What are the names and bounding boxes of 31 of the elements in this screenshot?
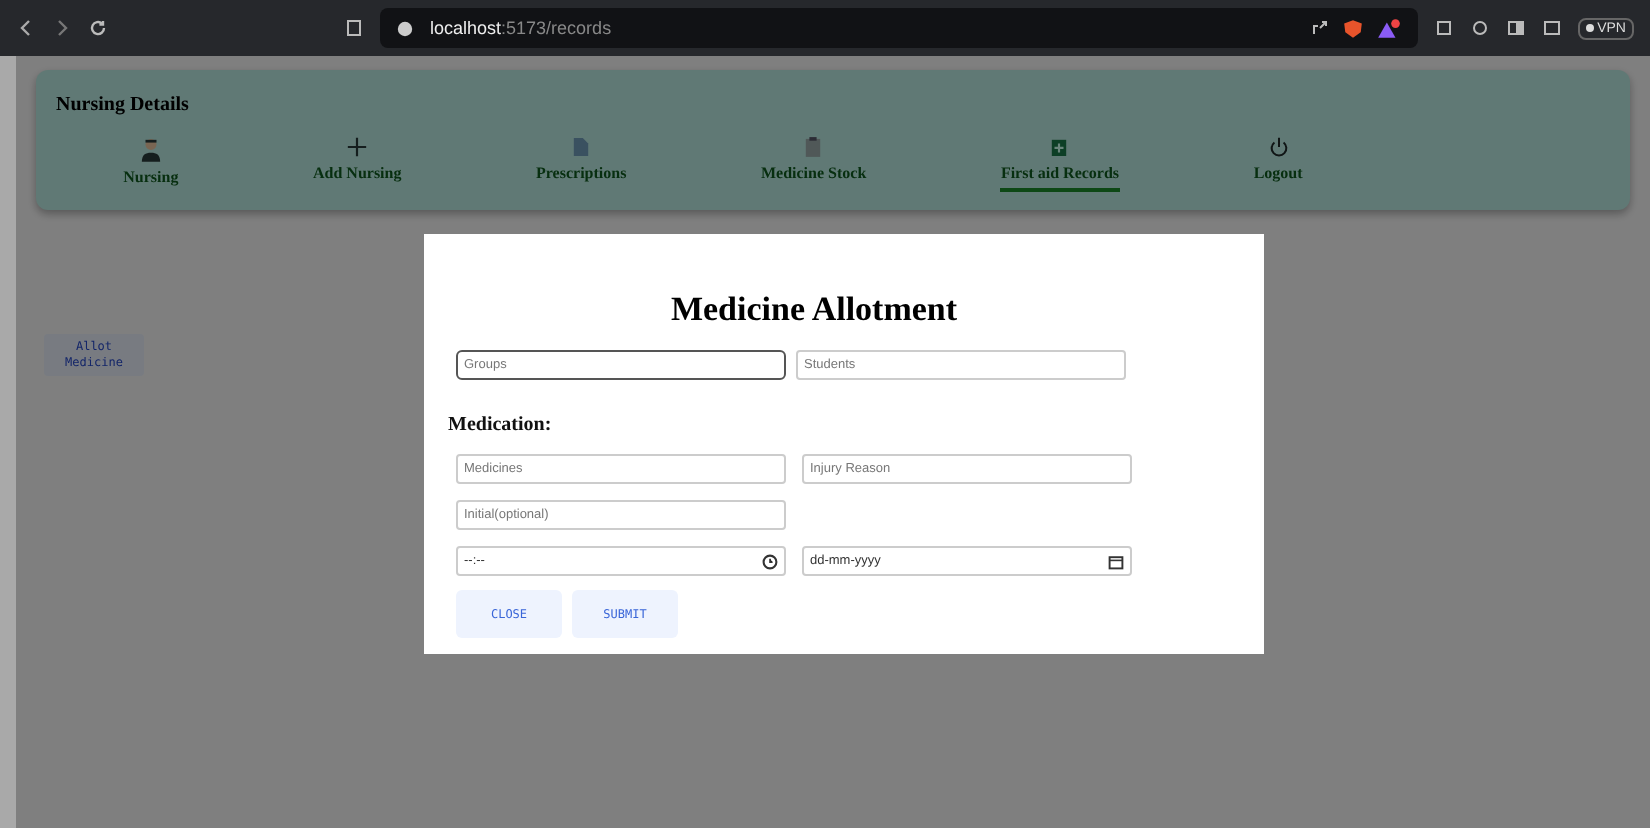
- site-info-icon: [396, 19, 414, 37]
- sidebar-icon[interactable]: [1505, 18, 1526, 38]
- back-icon[interactable]: [16, 18, 36, 38]
- nav-item[interactable]: Add Nursing: [312, 136, 402, 192]
- nav-item[interactable]: Prescriptions: [536, 136, 627, 192]
- bookmark-icon[interactable]: [344, 18, 364, 38]
- clock-icon: [762, 553, 778, 569]
- power-icon: [1267, 136, 1290, 158]
- extensions-icon[interactable]: [1433, 18, 1454, 38]
- section-heading: Medication:: [448, 414, 554, 436]
- nav-item[interactable]: First aid Records: [1000, 136, 1120, 192]
- forward-icon[interactable]: [52, 18, 72, 38]
- tabs-icon[interactable]: [1541, 18, 1562, 38]
- nav-item[interactable]: Medicine Stock: [760, 136, 867, 192]
- dialog-title: Medicine Allotment: [668, 290, 960, 330]
- address-bar[interactable]: localhost:5173/records: [380, 8, 1418, 48]
- nurse-icon: [139, 136, 162, 162]
- nav-item[interactable]: Nursing: [123, 136, 179, 192]
- calendar-icon: [1108, 553, 1124, 569]
- share-icon[interactable]: [1309, 18, 1330, 38]
- rewards-icon[interactable]: [1375, 17, 1402, 39]
- dot-icon: [1585, 24, 1594, 32]
- plus-icon: [346, 136, 369, 158]
- clipboard-icon: [804, 136, 823, 158]
- first-aid-icon: [1050, 136, 1069, 158]
- panel-title: Nursing Details: [56, 94, 191, 116]
- reload-icon[interactable]: [88, 18, 108, 38]
- document-icon: [572, 136, 591, 158]
- shield-icon[interactable]: [1341, 17, 1364, 39]
- wallet-icon[interactable]: [1469, 18, 1490, 38]
- nav-item[interactable]: Logout: [1253, 136, 1303, 192]
